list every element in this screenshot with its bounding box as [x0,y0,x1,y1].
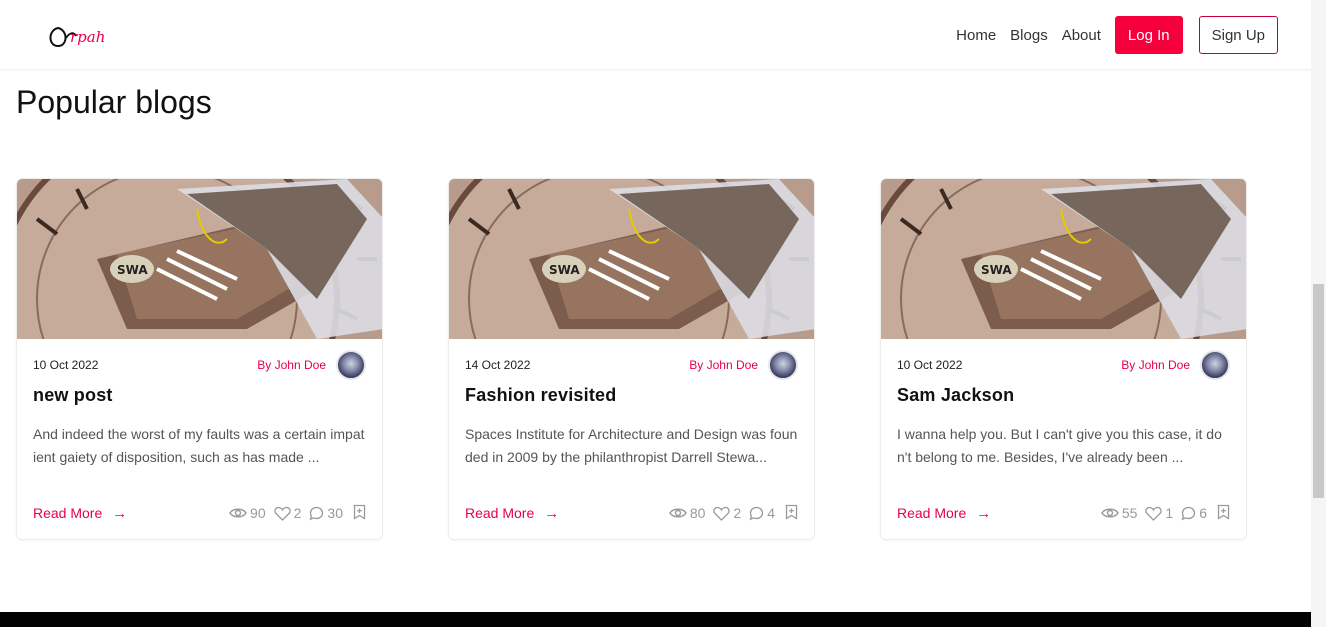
author-link[interactable]: By John Doe [257,358,326,372]
post-excerpt: And indeed the worst of my faults was a … [33,426,365,465]
avatar[interactable] [1200,350,1230,380]
blog-card-image[interactable]: SWA [17,179,383,339]
blog-card-footer: Read More → 90 2 30 [33,502,366,524]
heart-icon[interactable] [1145,506,1163,521]
comment-icon[interactable] [1181,506,1196,521]
views-stat: 90 [229,505,266,521]
likes-count: 2 [293,505,302,521]
likes-stat[interactable]: 1 [1145,505,1173,521]
post-stats: 80 2 4 [661,504,798,523]
eye-icon [229,508,247,518]
post-title[interactable]: Fashion revisited [465,385,616,406]
brand-logo[interactable]: rpah [46,18,110,52]
post-title[interactable]: Sam Jackson [897,385,1014,406]
section-title: Popular blogs [16,84,212,120]
nav-link-about[interactable]: About [1062,27,1101,44]
blog-card-meta: 10 Oct 2022 By John Doe [33,349,366,381]
blog-card-image[interactable]: SWA [449,179,815,339]
post-stats: 55 1 6 [1093,504,1230,523]
svg-text:rpah: rpah [70,28,105,46]
post-date: 10 Oct 2022 [897,358,963,372]
post-date: 10 Oct 2022 [33,358,99,372]
likes-stat[interactable]: 2 [273,505,302,521]
comment-icon[interactable] [309,506,324,521]
eye-icon [1101,508,1119,518]
blog-card-meta: 14 Oct 2022 By John Doe [465,349,798,381]
heart-icon[interactable] [273,506,291,521]
read-more-label: Read More [33,505,103,521]
author-link[interactable]: By John Doe [689,358,758,372]
nav-links: Home Blogs About Log In Sign Up [942,16,1278,54]
likes-count: 1 [1165,505,1174,521]
login-button[interactable]: Log In [1114,16,1183,54]
blog-card[interactable]: SWA 10 Oct 2022 By John Doe new post And… [16,178,383,540]
comments-count: 30 [327,505,343,521]
comment-icon[interactable] [749,506,764,521]
post-excerpt: Spaces Institute for Architecture and De… [465,426,798,465]
comments-stat[interactable]: 4 [749,505,775,521]
page-scrollbar[interactable] [1311,0,1326,627]
views-count: 55 [1121,505,1138,521]
post-title[interactable]: new post [33,385,113,406]
read-more-link[interactable]: Read More → [465,505,559,522]
svg-text:SWA: SWA [549,263,580,277]
comments-stat[interactable]: 30 [309,505,343,521]
likes-count: 2 [733,505,742,521]
svg-text:SWA: SWA [117,263,148,277]
arrow-right-icon: → [976,504,992,522]
bookmark-icon[interactable] [353,504,366,523]
likes-stat[interactable]: 2 [713,505,741,521]
comments-stat[interactable]: 6 [1181,505,1207,521]
views-count: 80 [689,505,706,521]
blog-card[interactable]: SWA 10 Oct 2022 By John Doe Sam Jackson … [880,178,1247,540]
avatar[interactable] [336,350,366,380]
views-stat: 55 [1101,505,1138,521]
comments-count: 4 [767,505,775,521]
comments-count: 6 [1199,505,1207,521]
views-count: 90 [250,505,266,521]
post-date: 14 Oct 2022 [465,358,531,372]
eye-icon [669,508,687,518]
navbar: rpah Home Blogs About Log In Sign Up [0,0,1311,70]
avatar[interactable] [768,350,798,380]
blog-card-image[interactable]: SWA [881,179,1247,339]
read-more-label: Read More [465,505,535,521]
svg-text:SWA: SWA [981,263,1012,277]
views-stat: 80 [669,505,706,521]
arrow-right-icon: → [544,504,560,522]
bookmark-icon[interactable] [785,504,798,523]
signup-button[interactable]: Sign Up [1198,16,1278,54]
footer [0,612,1311,627]
post-stats: 90 2 30 [221,504,366,523]
blog-card-footer: Read More → 55 1 6 [897,502,1230,524]
author-link[interactable]: By John Doe [1121,358,1190,372]
bookmark-icon[interactable] [1217,504,1230,523]
post-excerpt: I wanna help you. But I can't give you t… [897,426,1222,465]
blog-card-footer: Read More → 80 2 4 [465,502,798,524]
read-more-label: Read More [897,505,967,521]
read-more-link[interactable]: Read More → [33,505,127,522]
blog-card-meta: 10 Oct 2022 By John Doe [897,349,1230,381]
arrow-right-icon: → [112,504,128,522]
read-more-link[interactable]: Read More → [897,505,991,522]
blog-card[interactable]: SWA 14 Oct 2022 By John Doe Fashion revi… [448,178,815,540]
nav-link-blogs[interactable]: Blogs [1010,27,1048,44]
heart-icon[interactable] [713,506,731,521]
nav-link-home[interactable]: Home [956,27,996,44]
scrollbar-thumb[interactable] [1313,284,1324,498]
